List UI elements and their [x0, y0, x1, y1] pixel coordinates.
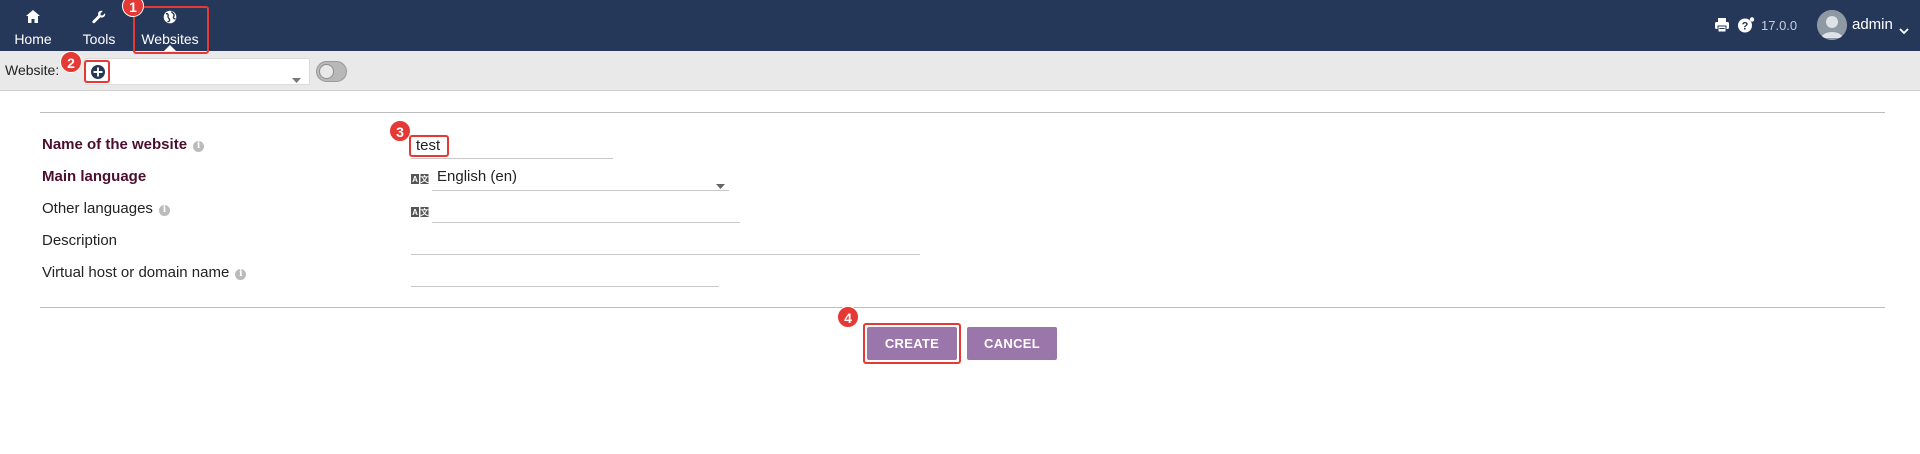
svg-text:A: A: [412, 208, 418, 217]
website-toggle[interactable]: [316, 61, 347, 82]
version-label: 17.0.0: [1761, 18, 1798, 33]
annotation-highlight-websites: [133, 6, 209, 54]
user-name[interactable]: admin: [1852, 16, 1893, 34]
field-label-main-language: Main language: [42, 168, 147, 185]
field-label-website-name: Name of the website i: [42, 136, 205, 154]
nav-tools[interactable]: Tools: [74, 0, 124, 51]
svg-text:文: 文: [421, 207, 430, 217]
description-input[interactable]: [411, 232, 920, 255]
annotation-highlight-create: [863, 323, 961, 364]
svg-text:文: 文: [421, 174, 430, 184]
info-icon[interactable]: i: [158, 205, 170, 216]
field-label-description: Description: [42, 232, 118, 249]
nav-home[interactable]: Home: [8, 0, 58, 51]
help-icon[interactable]: ?: [1737, 17, 1755, 33]
avatar[interactable]: [1817, 10, 1847, 40]
dropdown-arrow-icon: [292, 70, 301, 87]
website-label: Website:: [5, 62, 60, 78]
wrench-icon: [74, 10, 124, 24]
form-separator-top: [40, 112, 1885, 113]
other-languages-input[interactable]: [432, 200, 740, 223]
toggle-knob: [319, 64, 334, 79]
field-label-virtual-host: Virtual host or domain name i: [42, 264, 247, 282]
nav-tools-label: Tools: [82, 31, 116, 47]
annotation-badge-4: 4: [837, 306, 859, 328]
home-icon: [8, 10, 58, 24]
annotation-highlight-name: [409, 135, 449, 157]
info-icon[interactable]: i: [235, 269, 247, 280]
top-menu-bar: Home Tools Websites ? 17.0.0 admin: [0, 0, 1920, 51]
main-language-value: English (en): [437, 168, 518, 185]
dropdown-arrow-icon: [716, 176, 725, 193]
form-separator-bottom: [40, 307, 1885, 308]
field-label-other-languages: Other languages i: [42, 200, 170, 218]
translate-icon: A文: [411, 204, 430, 221]
annotation-badge-2: 2: [60, 51, 82, 73]
translate-icon: A文: [411, 171, 430, 188]
website-select[interactable]: [85, 58, 310, 85]
nav-home-label: Home: [14, 31, 52, 47]
info-icon[interactable]: i: [193, 141, 205, 152]
cancel-button[interactable]: CANCEL: [967, 327, 1057, 360]
virtual-host-input[interactable]: [411, 264, 719, 287]
svg-text:A: A: [412, 175, 418, 184]
annotation-badge-3: 3: [389, 120, 411, 142]
svg-text:?: ?: [1742, 21, 1749, 33]
printer-icon[interactable]: [1714, 17, 1730, 33]
chevron-down-icon[interactable]: [1899, 22, 1909, 39]
website-bar: Website:: [0, 51, 1920, 91]
annotation-highlight-add: [84, 60, 110, 83]
